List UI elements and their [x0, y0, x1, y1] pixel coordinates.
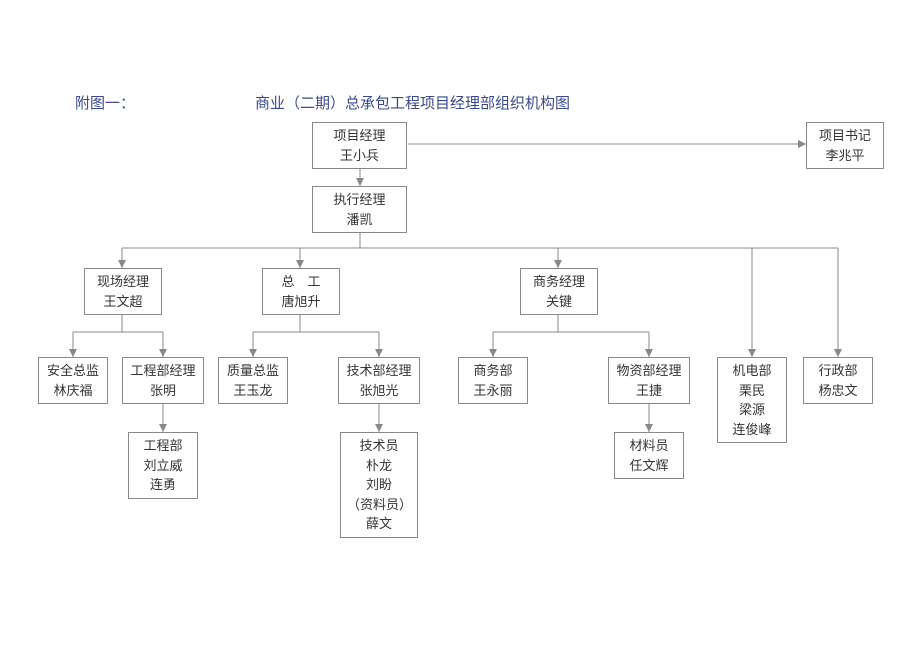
box-quality-director: 质量总监 王玉龙 — [218, 357, 288, 404]
box-engineering-dept-manager: 工程部经理 张明 — [122, 357, 204, 404]
box-business-manager: 商务经理 关键 — [520, 268, 598, 315]
name: 刘盼 — [347, 475, 411, 495]
box-site-manager: 现场经理 王文超 — [84, 268, 162, 315]
role: 安全总监 — [45, 361, 101, 381]
role: 工程部 — [135, 436, 191, 456]
name: 朴龙 — [347, 456, 411, 476]
figure-label: 附图一： — [75, 92, 135, 113]
role: 工程部经理 — [129, 361, 197, 381]
box-admin-dept: 行政部 杨忠文 — [803, 357, 873, 404]
box-chief-engineer: 总 工 唐旭升 — [262, 268, 340, 315]
box-project-secretary: 项目书记 李兆平 — [806, 122, 884, 169]
role: 商务经理 — [527, 272, 591, 292]
name: 潘凯 — [319, 210, 400, 230]
role: 现场经理 — [91, 272, 155, 292]
box-safety-director: 安全总监 林庆福 — [38, 357, 108, 404]
box-business-dept: 商务部 王永丽 — [458, 357, 528, 404]
name: 王永丽 — [465, 381, 521, 401]
name: 薛文 — [347, 514, 411, 534]
name: 刘立威 — [135, 456, 191, 476]
role: 技术员 — [347, 436, 411, 456]
name: 杨忠文 — [810, 381, 866, 401]
role: 行政部 — [810, 361, 866, 381]
box-engineering-dept: 工程部 刘立威 连勇 — [128, 432, 198, 499]
name: 王文超 — [91, 292, 155, 312]
role: 机电部 — [724, 361, 780, 381]
role: 总 工 — [269, 272, 333, 292]
box-tech-dept-manager: 技术部经理 张旭光 — [338, 357, 420, 404]
name: 连勇 — [135, 475, 191, 495]
box-material-dept-manager: 物资部经理 王捷 — [608, 357, 690, 404]
role: 技术部经理 — [345, 361, 413, 381]
box-tech-staff: 技术员 朴龙 刘盼 （资料员） 薛文 — [340, 432, 418, 538]
name: 李兆平 — [813, 146, 877, 166]
name: 张明 — [129, 381, 197, 401]
name: 王捷 — [615, 381, 683, 401]
name: 连俊峰 — [724, 420, 780, 440]
figure-title: 商业（二期）总承包工程项目经理部组织机构图 — [255, 92, 570, 113]
role: 执行经理 — [319, 190, 400, 210]
box-executive-manager: 执行经理 潘凯 — [312, 186, 407, 233]
box-project-manager: 项目经理 王小兵 — [312, 122, 407, 169]
role: 材料员 — [621, 436, 677, 456]
role: 项目书记 — [813, 126, 877, 146]
role: 商务部 — [465, 361, 521, 381]
role: 项目经理 — [319, 126, 400, 146]
name: 王玉龙 — [225, 381, 281, 401]
box-material-staff: 材料员 任文辉 — [614, 432, 684, 479]
name: 张旭光 — [345, 381, 413, 401]
name: 任文辉 — [621, 456, 677, 476]
name: （资料员） — [347, 495, 411, 515]
name: 栗民 — [724, 381, 780, 401]
name: 林庆福 — [45, 381, 101, 401]
role: 质量总监 — [225, 361, 281, 381]
name: 梁源 — [724, 400, 780, 420]
name: 关键 — [527, 292, 591, 312]
name: 王小兵 — [319, 146, 400, 166]
box-me-dept: 机电部 栗民 梁源 连俊峰 — [717, 357, 787, 443]
role: 物资部经理 — [615, 361, 683, 381]
name: 唐旭升 — [269, 292, 333, 312]
